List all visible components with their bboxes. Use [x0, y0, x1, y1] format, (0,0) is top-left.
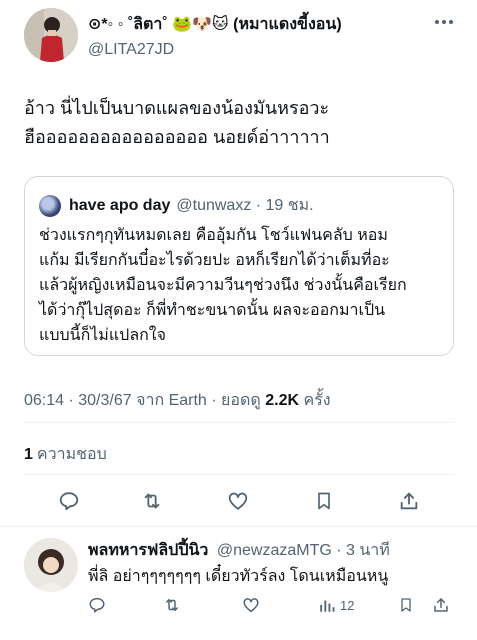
reply-view-count: 12 [340, 597, 355, 613]
view-count: 2.2K [265, 392, 300, 409]
quoted-tweet-header: have apo day @tunwaxz · 19 ชม. [39, 193, 314, 218]
quoted-tweet-card[interactable]: have apo day @tunwaxz · 19 ชม. ช่วงแรกๆก… [24, 176, 454, 356]
views-icon [320, 600, 335, 612]
author-handle[interactable]: @LITA27JD [88, 41, 342, 59]
more-options-icon[interactable] [432, 12, 456, 32]
reply-header: พลทหารฟลิปปี้นิว @newzazaMTG · 3 นาที [88, 538, 390, 563]
reply-author-handle-time[interactable]: @newzazaMTG · 3 นาที [217, 542, 390, 559]
quoted-tweet-text: ช่วงแรกๆกุทันหมดเลย คืออุ้มกัน โชว์แฟนคล… [39, 227, 407, 344]
share-icon[interactable] [396, 488, 422, 514]
author-display-name[interactable]: ⊙*◦ ◦ ˚ลิตา˚ 🐸🐶🐱 (หมาแดงขี้งอน) [88, 12, 342, 37]
likes-summary[interactable]: 1 ความชอบ [24, 442, 107, 467]
tweet-text: อ้าว นี่ไปเป็นบาดแผลของน้องมันหรอวะ ฮืออ… [24, 98, 330, 147]
reply-like-icon[interactable] [242, 594, 260, 616]
reply-action-bar: 12 [88, 594, 458, 616]
like-icon[interactable] [225, 488, 251, 514]
reply-reply-icon[interactable] [88, 594, 106, 616]
tweet-timestamp-source[interactable]: 06:14 · 30/3/67 จาก Earth · ยอดดู [24, 392, 265, 409]
tweet-action-bar [24, 488, 454, 514]
tweet-meta: 06:14 · 30/3/67 จาก Earth · ยอดดู 2.2K ค… [24, 388, 331, 413]
reply-share-icon[interactable] [432, 594, 450, 616]
divider [0, 526, 477, 527]
quoted-author-name: have apo day [69, 196, 171, 214]
reply-icon[interactable] [56, 488, 82, 514]
likes-label: ความชอบ [36, 446, 107, 463]
author-header: ⊙*◦ ◦ ˚ลิตา˚ 🐸🐶🐱 (หมาแดงขี้งอน) @LITA27J… [88, 12, 342, 59]
reply-author-avatar[interactable] [24, 538, 78, 592]
reply-retweet-icon[interactable] [162, 594, 182, 616]
reply-bookmark-icon[interactable] [398, 594, 414, 616]
quoted-author-avatar [39, 194, 61, 217]
view-count-suffix: ครั้ง [299, 392, 331, 409]
bookmark-icon[interactable] [311, 488, 337, 514]
likes-count: 1 [24, 446, 33, 463]
divider [24, 474, 454, 475]
divider [24, 422, 454, 423]
retweet-icon[interactable] [139, 488, 165, 514]
reply-views[interactable]: 12 [318, 594, 354, 616]
author-avatar[interactable] [24, 8, 78, 62]
reply-text: พี่ลิ อย่าๆๆๆๆๆๆๆ เดี๋ยวทัวร์ลง โดนเหมือ… [88, 568, 389, 585]
reply-author-name[interactable]: พลทหารฟลิปปี้นิว [88, 542, 208, 559]
quoted-author-handle-time: @tunwaxz · 19 ชม. [176, 197, 314, 214]
